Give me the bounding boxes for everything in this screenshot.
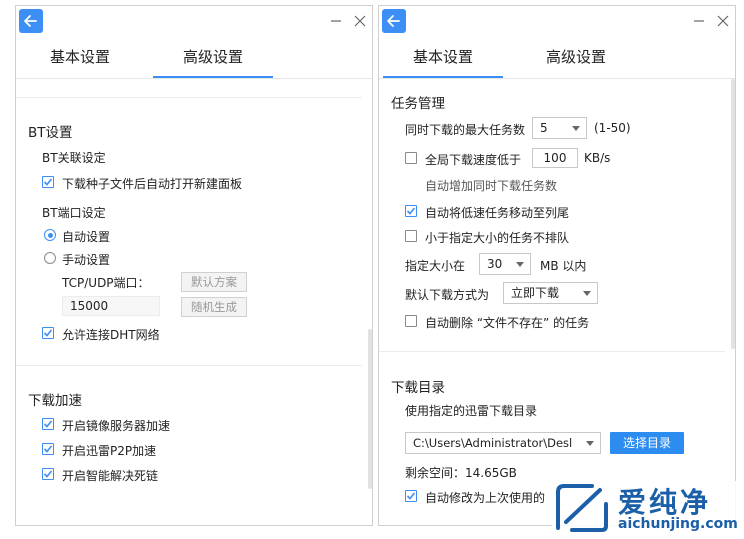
speed-threshold-label: 全局下载速度低于 bbox=[425, 153, 522, 167]
tab-advanced-settings[interactable]: 高级设置 bbox=[153, 40, 273, 78]
no-queue-small-checkbox[interactable] bbox=[405, 230, 417, 242]
chevron-down-icon bbox=[586, 441, 594, 446]
settings-window-basic: 基本设置 高级设置 任务管理 同时下载的最大任务数 5 (1-50) 全局下载速… bbox=[378, 5, 736, 526]
speed-threshold-checkbox[interactable] bbox=[405, 152, 417, 164]
download-dir-value: C:\Users\Administrator\Desl bbox=[413, 436, 573, 450]
close-button[interactable] bbox=[352, 11, 368, 31]
auto-setting-label: 自动设置 bbox=[62, 230, 111, 244]
minimize-icon bbox=[331, 20, 341, 22]
checkmark-icon bbox=[43, 420, 53, 428]
random-generate-button[interactable]: 随机生成 bbox=[181, 297, 247, 317]
brand-logo-icon bbox=[556, 484, 608, 532]
dht-checkbox[interactable] bbox=[42, 327, 54, 339]
size-unit: MB 以内 bbox=[540, 259, 587, 273]
manual-setting-label: 手动设置 bbox=[62, 253, 111, 267]
tab-advanced-settings[interactable]: 高级设置 bbox=[516, 40, 636, 78]
download-dir-select[interactable]: C:\Users\Administrator\Desl bbox=[405, 432, 601, 454]
auto-modify-dir-checkbox[interactable] bbox=[405, 490, 417, 502]
back-arrow-icon bbox=[387, 15, 400, 27]
port-input[interactable]: 15000 bbox=[62, 296, 160, 316]
checkmark-icon bbox=[406, 207, 416, 215]
bt-settings-title: BT设置 bbox=[28, 125, 73, 141]
choose-dir-button[interactable]: 选择目录 bbox=[610, 432, 684, 454]
watermark-url: aichunjing.com bbox=[618, 516, 738, 532]
download-accel-title: 下载加速 bbox=[28, 393, 82, 409]
scrollbar[interactable] bbox=[731, 79, 735, 349]
auto-modify-dir-label: 自动修改为上次使用的 bbox=[425, 491, 546, 505]
mirror-accel-label: 开启镜像服务器加速 bbox=[62, 419, 171, 433]
section-divider bbox=[379, 351, 725, 352]
checkmark-icon bbox=[43, 470, 53, 478]
close-icon bbox=[354, 15, 366, 27]
download-mode-label: 默认下载方式为 bbox=[405, 288, 490, 302]
delete-missing-label: 自动删除 “文件不存在” 的任务 bbox=[425, 316, 590, 330]
delete-missing-checkbox[interactable] bbox=[405, 315, 417, 327]
mirror-accel-checkbox[interactable] bbox=[42, 418, 54, 430]
task-management-title: 任务管理 bbox=[391, 96, 445, 112]
title-bar bbox=[379, 6, 735, 38]
chevron-down-icon bbox=[583, 291, 591, 296]
max-tasks-select[interactable]: 5 bbox=[532, 117, 587, 139]
size-select[interactable]: 30 bbox=[479, 253, 531, 275]
no-queue-small-label: 小于指定大小的任务不排队 bbox=[425, 231, 570, 245]
port-label: TCP/UDP端口： bbox=[62, 276, 150, 290]
title-bar bbox=[16, 6, 372, 38]
advanced-settings-panel: BT设置 BT关联设定 下载种子文件后自动打开新建面板 BT端口设定 自动设置 … bbox=[16, 79, 372, 525]
free-space-label: 剩余空间：14.65GB bbox=[405, 466, 517, 480]
manual-setting-radio[interactable] bbox=[44, 252, 56, 264]
speed-threshold-input[interactable]: 100 bbox=[532, 148, 578, 168]
checkmark-icon bbox=[43, 178, 53, 186]
speed-threshold-hint: 自动增加同时下载任务数 bbox=[425, 179, 558, 193]
deadlink-checkbox[interactable] bbox=[42, 468, 54, 480]
tab-basic-settings[interactable]: 基本设置 bbox=[20, 40, 140, 78]
move-slow-tasks-label: 自动将低速任务移动至列尾 bbox=[425, 206, 570, 220]
checkmark-icon bbox=[43, 329, 53, 337]
auto-open-panel-label: 下载种子文件后自动打开新建面板 bbox=[62, 177, 243, 191]
deadlink-label: 开启智能解决死链 bbox=[62, 469, 159, 483]
site-watermark: 爱纯净 aichunjing.com bbox=[552, 481, 742, 537]
download-mode-select[interactable]: 立即下载 bbox=[503, 282, 598, 304]
settings-window-advanced: 基本设置 高级设置 BT设置 BT关联设定 下载种子文件后自动打开新建面板 BT… bbox=[15, 5, 373, 526]
watermark-brand: 爱纯净 bbox=[618, 486, 712, 519]
dht-label: 允许连接DHT网络 bbox=[62, 328, 160, 342]
back-button[interactable] bbox=[19, 9, 43, 33]
p2p-accel-checkbox[interactable] bbox=[42, 443, 54, 455]
basic-settings-panel: 任务管理 同时下载的最大任务数 5 (1-50) 全局下载速度低于 100 KB… bbox=[379, 79, 735, 525]
section-divider bbox=[16, 97, 362, 98]
tab-basic-settings[interactable]: 基本设置 bbox=[383, 40, 503, 78]
move-slow-tasks-checkbox[interactable] bbox=[405, 205, 417, 217]
minimize-button[interactable] bbox=[691, 11, 707, 31]
settings-tabs: 基本设置 高级设置 bbox=[16, 40, 372, 78]
scrollbar[interactable] bbox=[368, 329, 372, 489]
back-button[interactable] bbox=[382, 9, 406, 33]
default-scheme-button[interactable]: 默认方案 bbox=[181, 272, 247, 292]
chevron-down-icon bbox=[516, 262, 524, 267]
auto-setting-radio[interactable] bbox=[44, 229, 56, 241]
download-dir-title: 下载目录 bbox=[391, 380, 445, 396]
checkmark-icon bbox=[406, 492, 416, 500]
minimize-button[interactable] bbox=[328, 11, 344, 31]
speed-unit: KB/s bbox=[584, 151, 611, 165]
max-tasks-range: (1-50) bbox=[594, 121, 631, 135]
minimize-icon bbox=[694, 20, 704, 22]
p2p-accel-label: 开启迅雷P2P加速 bbox=[62, 444, 157, 458]
auto-open-panel-checkbox[interactable] bbox=[42, 176, 54, 188]
bt-association-title: BT关联设定 bbox=[42, 151, 106, 165]
use-dir-label: 使用指定的迅雷下载目录 bbox=[405, 404, 538, 418]
back-arrow-icon bbox=[24, 15, 37, 27]
bt-port-title: BT端口设定 bbox=[42, 206, 106, 220]
checkmark-icon bbox=[43, 445, 53, 453]
settings-tabs: 基本设置 高级设置 bbox=[379, 40, 735, 78]
max-tasks-value: 5 bbox=[540, 121, 548, 135]
close-button[interactable] bbox=[715, 11, 731, 31]
section-divider bbox=[16, 365, 362, 366]
max-tasks-label: 同时下载的最大任务数 bbox=[405, 123, 526, 137]
size-value: 30 bbox=[487, 257, 503, 271]
chevron-down-icon bbox=[572, 126, 580, 131]
download-mode-value: 立即下载 bbox=[511, 286, 560, 300]
size-label: 指定大小在 bbox=[405, 259, 466, 273]
close-icon bbox=[717, 15, 729, 27]
